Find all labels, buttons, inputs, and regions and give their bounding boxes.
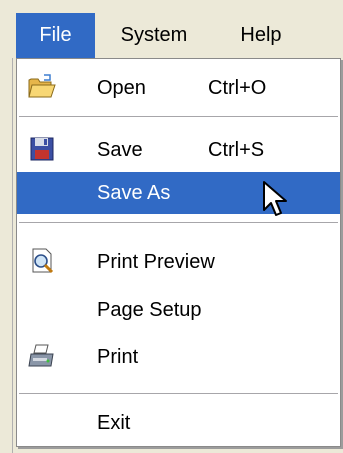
floppy-disk-icon: [27, 134, 57, 164]
menu-item-save-as[interactable]: Save As: [17, 172, 340, 214]
menu-file[interactable]: File: [16, 13, 95, 58]
file-menu-dropdown: Open Ctrl+O Save Ctrl+S Save As Print Pr…: [16, 58, 341, 447]
menu-item-exit[interactable]: Exit: [17, 402, 340, 444]
mouse-pointer-icon: [263, 181, 287, 216]
menu-system[interactable]: System: [104, 13, 204, 58]
background-window-edge: [0, 58, 13, 453]
menu-item-label: Save: [97, 139, 143, 161]
menu-item-shortcut: Ctrl+O: [208, 77, 267, 99]
menu-item-label: Page Setup: [97, 299, 202, 321]
folder-open-icon: [27, 72, 57, 102]
menu-item-label: Open: [97, 77, 146, 99]
menu-item-save[interactable]: Save Ctrl+S: [17, 129, 340, 171]
menu-item-label: Print: [97, 346, 139, 368]
application-window: File System Help Open Ctrl+O Save Ctrl+S…: [0, 0, 343, 453]
menu-item-page-setup[interactable]: Page Setup: [17, 289, 340, 331]
menu-item-open[interactable]: Open Ctrl+O: [17, 67, 340, 109]
menu-item-print-preview[interactable]: Print Preview: [17, 241, 340, 283]
printer-icon: [27, 341, 57, 371]
menu-help[interactable]: Help: [225, 13, 297, 58]
menu-separator: [19, 116, 338, 118]
menu-bar: File System Help: [0, 0, 343, 58]
menu-item-label: Save As: [97, 182, 171, 204]
menu-item-print[interactable]: Print: [17, 336, 340, 378]
menu-item-label: Exit: [97, 412, 131, 434]
menu-separator: [19, 222, 338, 224]
menu-separator: [19, 393, 338, 395]
print-preview-icon: [27, 246, 57, 276]
menu-item-shortcut: Ctrl+S: [208, 139, 265, 161]
menu-item-label: Print Preview: [97, 251, 215, 273]
